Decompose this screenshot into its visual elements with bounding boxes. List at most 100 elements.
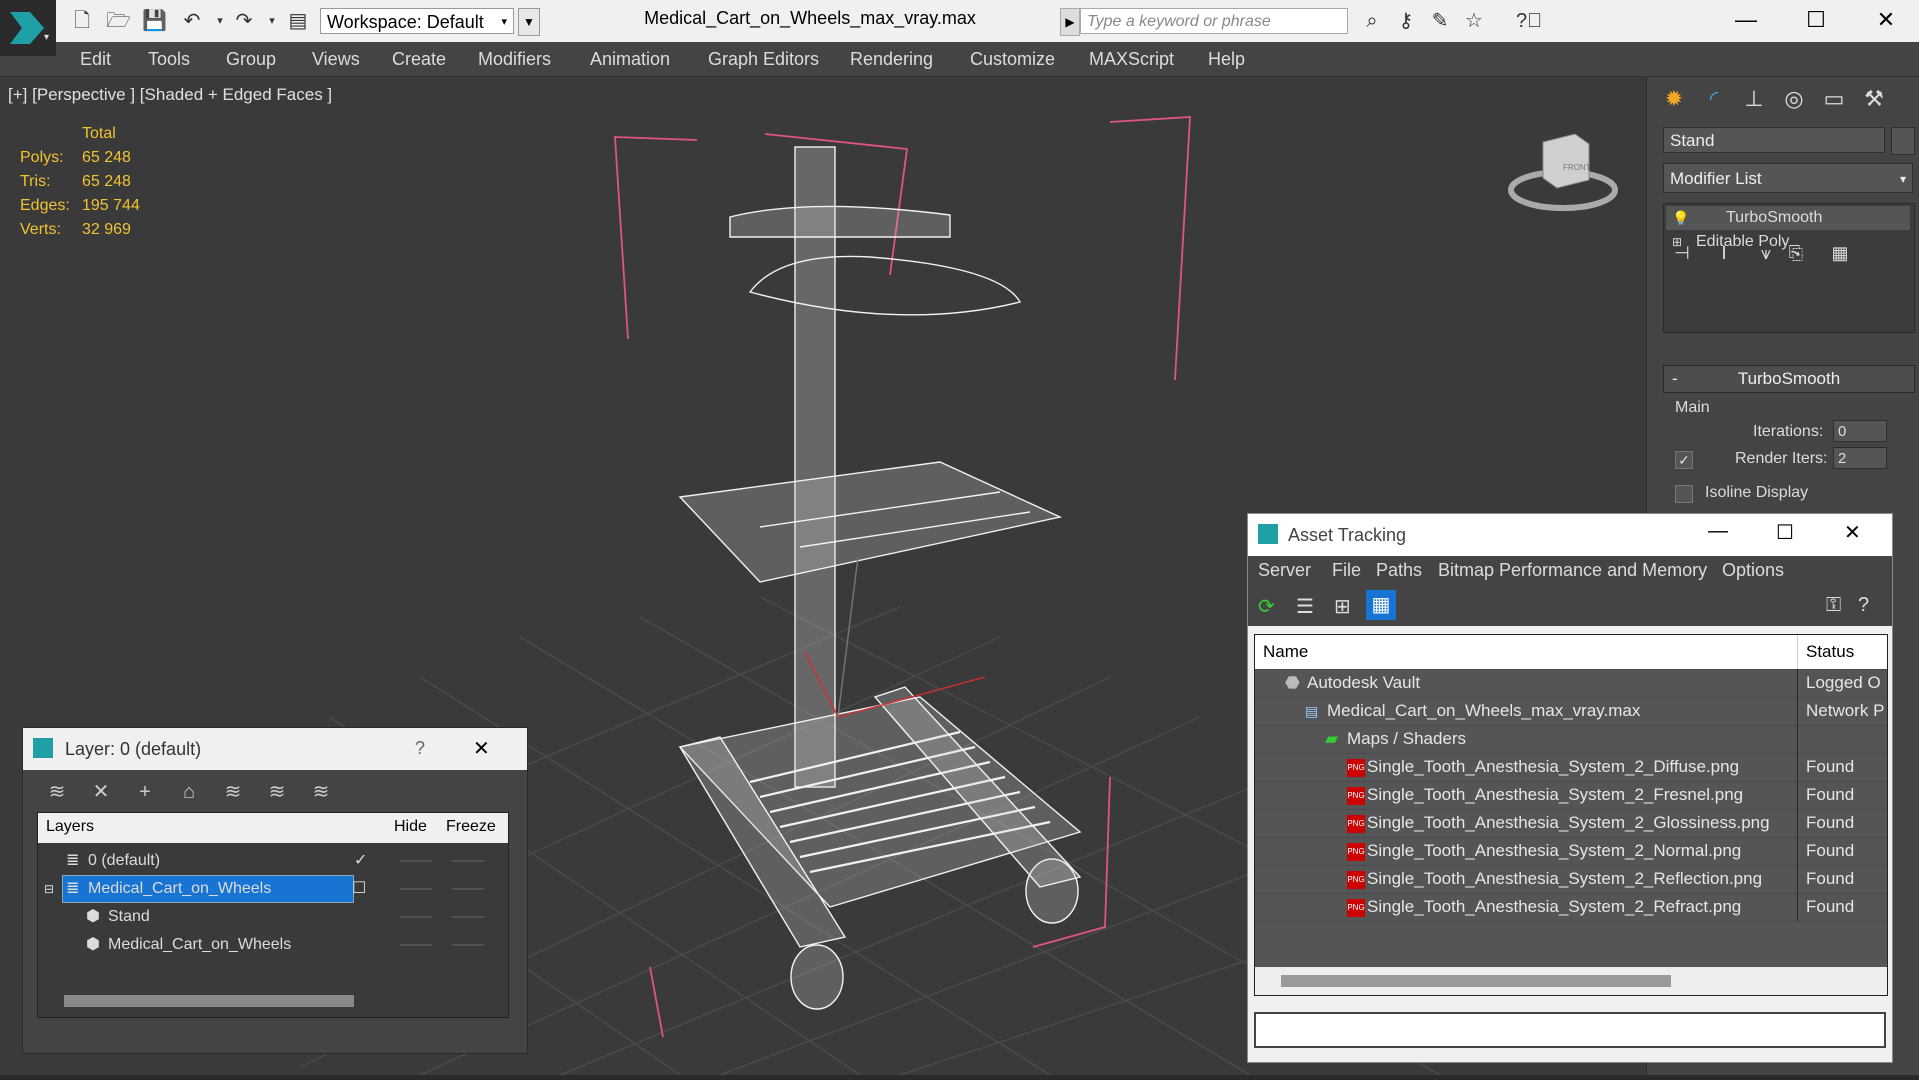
freeze-toggle[interactable]: ——: [452, 903, 484, 931]
menu-animation[interactable]: Animation: [590, 49, 670, 70]
menu-paths[interactable]: Paths: [1376, 560, 1422, 581]
app-logo[interactable]: ▾: [0, 0, 56, 56]
asset-row[interactable]: PNG Single_Tooth_Anesthesia_System_2_Fre…: [1255, 781, 1887, 810]
menu-modifiers[interactable]: Modifiers: [478, 49, 551, 70]
workspace-menu-button[interactable]: ▼: [518, 8, 540, 36]
modifier-list-dropdown[interactable]: Modifier List ▾: [1663, 163, 1913, 193]
turbosmooth-rollout-header[interactable]: - TurboSmooth: [1663, 365, 1915, 393]
pin-stack-icon[interactable]: ⊣: [1665, 237, 1699, 269]
key-icon[interactable]: ⚷: [1394, 10, 1418, 32]
asset-row[interactable]: ▤ Medical_Cart_on_Wheels_max_vray.max Ne…: [1255, 697, 1887, 726]
render-iters-checkbox[interactable]: ✓: [1675, 451, 1693, 469]
col-name[interactable]: Name: [1263, 635, 1308, 669]
viewcube[interactable]: FRONT: [1505, 122, 1625, 222]
menu-views[interactable]: Views: [312, 49, 360, 70]
menu-server[interactable]: Server: [1258, 560, 1311, 581]
tree-view-icon[interactable]: ⊞: [1334, 594, 1351, 619]
display-tab-icon[interactable]: ▭: [1817, 83, 1851, 115]
asset-row[interactable]: ⬣ Autodesk Vault Logged O: [1255, 669, 1887, 698]
menu-tools[interactable]: Tools: [148, 49, 190, 70]
configure-sets-icon[interactable]: ▦: [1823, 237, 1857, 269]
menu-maxscript[interactable]: MAXScript: [1089, 49, 1174, 70]
close-button[interactable]: ✕: [1844, 520, 1861, 545]
modify-tab-icon[interactable]: ◜: [1697, 83, 1731, 115]
layer-row[interactable]: ≣ 0 (default) ✓ —— ——: [38, 847, 508, 875]
hierarchy-tab-icon[interactable]: ⊥: [1737, 83, 1771, 115]
motion-tab-icon[interactable]: ◎: [1777, 83, 1811, 115]
layer-row-selected[interactable]: ⊟ ≣ Medical_Cart_on_Wheels ☐ —— ——: [38, 875, 508, 903]
menu-edit[interactable]: Edit: [80, 49, 111, 70]
menu-help[interactable]: Help: [1208, 49, 1245, 70]
maximize-button[interactable]: ☐: [1788, 4, 1844, 36]
search-expand-button[interactable]: ▶: [1060, 8, 1080, 36]
select-objects-icon[interactable]: ⌂: [175, 778, 203, 806]
open-file-icon[interactable]: 🗁: [106, 10, 131, 32]
object-color-swatch[interactable]: [1891, 127, 1915, 155]
asset-row[interactable]: PNG Single_Tooth_Anesthesia_System_2_Dif…: [1255, 753, 1887, 782]
vault-help-icon[interactable]: ?: [1858, 594, 1869, 617]
asset-row[interactable]: PNG Single_Tooth_Anesthesia_System_2_Nor…: [1255, 837, 1887, 866]
hide-all-icon[interactable]: ≋: [263, 778, 291, 806]
asset-row[interactable]: PNG Single_Tooth_Anesthesia_System_2_Ref…: [1255, 865, 1887, 894]
refresh-icon[interactable]: ⟳: [1258, 594, 1275, 619]
horizontal-scrollbar[interactable]: [1281, 975, 1671, 987]
redo-dropdown-icon[interactable]: ▾: [260, 10, 284, 32]
menu-bitmap-performance[interactable]: Bitmap Performance and Memory: [1438, 560, 1707, 581]
isoline-checkbox[interactable]: [1675, 485, 1693, 503]
create-tab-icon[interactable]: ✹: [1657, 83, 1691, 115]
active-check-icon[interactable]: ✓: [354, 847, 367, 875]
asset-tracking-titlebar[interactable]: Asset Tracking — ☐ ✕: [1248, 514, 1892, 556]
asset-path-field[interactable]: [1254, 1012, 1886, 1048]
make-unique-icon[interactable]: ⩛: [1749, 237, 1783, 269]
star-icon[interactable]: ☆: [1462, 10, 1486, 32]
menu-group[interactable]: Group: [226, 49, 276, 70]
layer-row[interactable]: ⬢ Stand —— ——: [38, 903, 508, 931]
vault-login-icon[interactable]: ⚿: [1826, 594, 1841, 617]
hide-toggle[interactable]: ——: [400, 903, 432, 931]
freeze-toggle[interactable]: ——: [452, 875, 484, 903]
col-hide[interactable]: Hide: [394, 813, 427, 841]
hide-toggle[interactable]: ——: [400, 847, 432, 875]
set-current-box[interactable]: ☐: [352, 875, 366, 903]
search-input[interactable]: Type a keyword or phrase: [1080, 8, 1348, 34]
sign-in-icon[interactable]: ✎: [1428, 10, 1452, 32]
render-iters-spinner[interactable]: 2: [1833, 447, 1887, 469]
menu-file[interactable]: File: [1332, 560, 1361, 581]
layer-dialog-titlebar[interactable]: Layer: 0 (default) ? ✕: [23, 728, 527, 770]
stack-item-turbosmooth[interactable]: 💡 TurboSmooth: [1666, 206, 1910, 230]
asset-row[interactable]: ▰ Maps / Shaders: [1255, 725, 1887, 754]
freeze-toggle[interactable]: ——: [452, 847, 484, 875]
close-button[interactable]: ✕: [1858, 4, 1914, 36]
minimize-button[interactable]: —: [1708, 520, 1728, 543]
viewport-label[interactable]: [+] [Perspective ] [Shaded + Edged Faces…: [8, 85, 332, 105]
col-status[interactable]: Status: [1797, 635, 1887, 669]
minimize-button[interactable]: —: [1718, 4, 1774, 36]
highlight-layer-icon[interactable]: ≋: [219, 778, 247, 806]
binoculars-icon[interactable]: ⌕: [1360, 10, 1384, 32]
col-layers[interactable]: Layers: [46, 813, 94, 841]
col-freeze[interactable]: Freeze: [446, 813, 496, 841]
remove-modifier-icon[interactable]: ⎘: [1779, 237, 1813, 269]
menu-customize[interactable]: Customize: [970, 49, 1055, 70]
delete-layer-icon[interactable]: ✕: [87, 778, 115, 806]
table-view-icon[interactable]: ▦: [1366, 590, 1396, 620]
list-view-icon[interactable]: ☰: [1296, 594, 1314, 619]
add-selection-icon[interactable]: +: [131, 778, 159, 806]
freeze-toggle[interactable]: ——: [452, 931, 484, 959]
lightbulb-icon[interactable]: 💡: [1672, 206, 1689, 230]
help-button[interactable]: ?: [415, 738, 425, 759]
iterations-spinner[interactable]: 0: [1833, 420, 1887, 442]
layer-row[interactable]: ⬢ Medical_Cart_on_Wheels —— ——: [38, 931, 508, 959]
hide-toggle[interactable]: ——: [400, 931, 432, 959]
close-button[interactable]: ✕: [473, 736, 490, 761]
undo-icon[interactable]: ↶: [180, 10, 204, 32]
utilities-tab-icon[interactable]: ⚒: [1857, 83, 1891, 115]
project-folder-icon[interactable]: ▤: [286, 10, 310, 32]
menu-options[interactable]: Options: [1722, 560, 1784, 581]
save-icon[interactable]: 💾: [142, 10, 167, 32]
menu-create[interactable]: Create: [392, 49, 446, 70]
undo-dropdown-icon[interactable]: ▾: [208, 10, 232, 32]
redo-icon[interactable]: ↷: [232, 10, 256, 32]
horizontal-scrollbar[interactable]: [64, 995, 354, 1007]
show-end-result-icon[interactable]: Ⅰ: [1707, 237, 1741, 269]
